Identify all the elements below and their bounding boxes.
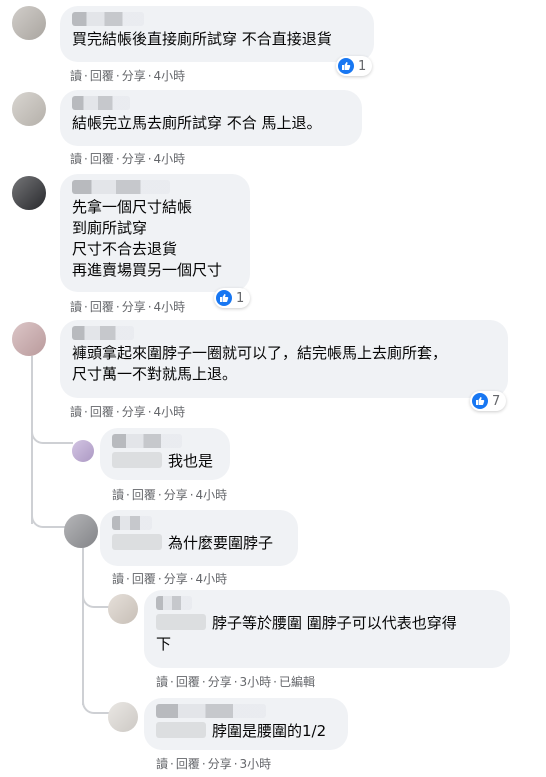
comment-bubble: 脖子等於腰圍 圍脖子可以代表也穿得 下 [144, 590, 510, 668]
comment-bubble: 脖圍是腰圍的1/2 [144, 698, 348, 750]
comment-text-line: 脖子等於腰圍 圍脖子可以代表也穿得 下 [156, 613, 498, 655]
read-link[interactable]: 讀 [70, 405, 82, 419]
comment-text: 我也是 [168, 452, 214, 470]
read-link[interactable]: 讀 [112, 488, 124, 502]
edited-label[interactable]: 已編輯 [279, 675, 315, 689]
thread-line [31, 356, 33, 524]
avatar[interactable] [108, 702, 138, 732]
author-name-redacted[interactable] [112, 516, 152, 530]
reply-link[interactable]: 回覆 [176, 675, 200, 689]
avatar[interactable] [12, 92, 46, 126]
comment-bubble: 結帳完立馬去廁所試穿 不合 馬上退。 [60, 90, 362, 146]
like-icon [472, 393, 488, 409]
timestamp[interactable]: 4小時 [196, 488, 228, 502]
share-link[interactable]: 分享 [122, 152, 146, 166]
like-icon [216, 290, 232, 306]
reply-link[interactable]: 回覆 [132, 572, 156, 586]
share-link[interactable]: 分享 [122, 69, 146, 83]
read-link[interactable]: 讀 [112, 572, 124, 586]
read-link[interactable]: 讀 [70, 300, 82, 314]
comment-actions: 讀 · 回覆 · 分享 · 3小時 [156, 757, 272, 771]
comment-actions: 讀 · 回覆 · 分享 · 4小時 [70, 152, 186, 166]
comment-text-line: 我也是 [112, 451, 218, 472]
comment-text: 褲頭拿起來圍脖子一圈就可以了，結完帳馬上去廁所套， 尺寸萬一不對就馬上退。 [72, 344, 448, 383]
comment-text: 買完結帳後直接廁所試穿 不合直接退貨 [72, 30, 332, 48]
reply-link[interactable]: 回覆 [90, 405, 114, 419]
share-link[interactable]: 分享 [164, 572, 188, 586]
comment-text: 結帳完立馬去廁所試穿 不合 馬上退。 [72, 114, 322, 132]
comment-actions: 讀 · 回覆 · 分享 · 4小時 [112, 488, 228, 502]
timestamp[interactable]: 3小時 [240, 757, 272, 771]
reply-link[interactable]: 回覆 [132, 488, 156, 502]
avatar[interactable] [72, 440, 94, 462]
share-link[interactable]: 分享 [208, 675, 232, 689]
comment-text: 先拿一個尺寸結帳 到廁所試穿 尺寸不合去退貨 再進賣場買另一個尺寸 [72, 198, 223, 279]
comment-bubble: 先拿一個尺寸結帳 到廁所試穿 尺寸不合去退貨 再進賣場買另一個尺寸 [60, 174, 250, 292]
comment-bubble: 買完結帳後直接廁所試穿 不合直接退貨 [60, 6, 374, 62]
timestamp[interactable]: 4小時 [196, 572, 228, 586]
like-icon [338, 58, 354, 74]
author-name-redacted[interactable] [72, 12, 144, 26]
share-link[interactable]: 分享 [164, 488, 188, 502]
thread-connector [31, 420, 73, 444]
comment-text: 為什麼要圍脖子 [168, 534, 274, 552]
reply-link[interactable]: 回覆 [90, 300, 114, 314]
read-link[interactable]: 讀 [156, 675, 168, 689]
reply-link[interactable]: 回覆 [90, 69, 114, 83]
timestamp[interactable]: 3小時 [240, 675, 272, 689]
reaction-count-value: 1 [358, 58, 367, 74]
reaction-count-value: 7 [492, 393, 501, 409]
author-name-redacted[interactable] [72, 96, 130, 110]
comment-bubble: 褲頭拿起來圍脖子一圈就可以了，結完帳馬上去廁所套， 尺寸萬一不對就馬上退。 [60, 320, 508, 398]
reaction-count[interactable]: 1 [336, 56, 373, 76]
reaction-count[interactable]: 1 [214, 288, 251, 308]
comment-actions: 讀 · 回覆 · 分享 · 4小時 [70, 405, 186, 419]
comment-text-line: 脖圍是腰圍的1/2 [156, 721, 336, 742]
timestamp[interactable]: 4小時 [154, 405, 186, 419]
redacted-mention [156, 722, 206, 738]
reaction-count[interactable]: 7 [470, 391, 507, 411]
avatar[interactable] [12, 6, 46, 40]
redacted-mention [112, 452, 162, 468]
share-link[interactable]: 分享 [122, 300, 146, 314]
reply-link[interactable]: 回覆 [176, 757, 200, 771]
thread-line [82, 545, 84, 705]
share-link[interactable]: 分享 [208, 757, 232, 771]
comment-bubble: 為什麼要圍脖子 [100, 510, 298, 566]
thread-connector [82, 686, 110, 714]
timestamp[interactable]: 4小時 [154, 69, 186, 83]
timestamp[interactable]: 4小時 [154, 152, 186, 166]
avatar[interactable] [64, 514, 98, 548]
comment-actions: 讀 · 回覆 · 分享 · 4小時 [70, 69, 186, 83]
comment-actions: 讀 · 回覆 · 分享 · 4小時 [70, 300, 186, 314]
avatar[interactable] [12, 176, 46, 210]
comment-text-line: 為什麼要圍脖子 [112, 533, 286, 554]
author-name-redacted[interactable] [72, 326, 134, 340]
avatar[interactable] [108, 594, 138, 624]
reply-link[interactable]: 回覆 [90, 152, 114, 166]
author-name-redacted[interactable] [156, 704, 266, 718]
timestamp[interactable]: 4小時 [154, 300, 186, 314]
comment-bubble: 我也是 [100, 428, 230, 480]
read-link[interactable]: 讀 [70, 69, 82, 83]
reaction-count-value: 1 [236, 290, 245, 306]
avatar[interactable] [12, 322, 46, 356]
redacted-mention [112, 534, 162, 550]
thread-connector [82, 580, 110, 608]
read-link[interactable]: 讀 [156, 757, 168, 771]
comment-actions: 讀 · 回覆 · 分享 · 4小時 [112, 572, 228, 586]
author-name-redacted[interactable] [112, 434, 182, 448]
comment-text: 脖圍是腰圍的1/2 [212, 722, 327, 740]
share-link[interactable]: 分享 [122, 405, 146, 419]
comment-actions: 讀 · 回覆 · 分享 · 3小時 · 已編輯 [156, 675, 316, 689]
redacted-mention [156, 614, 206, 630]
author-name-redacted[interactable] [72, 180, 170, 194]
author-name-redacted[interactable] [156, 596, 192, 610]
thread-connector [31, 506, 67, 528]
read-link[interactable]: 讀 [70, 152, 82, 166]
